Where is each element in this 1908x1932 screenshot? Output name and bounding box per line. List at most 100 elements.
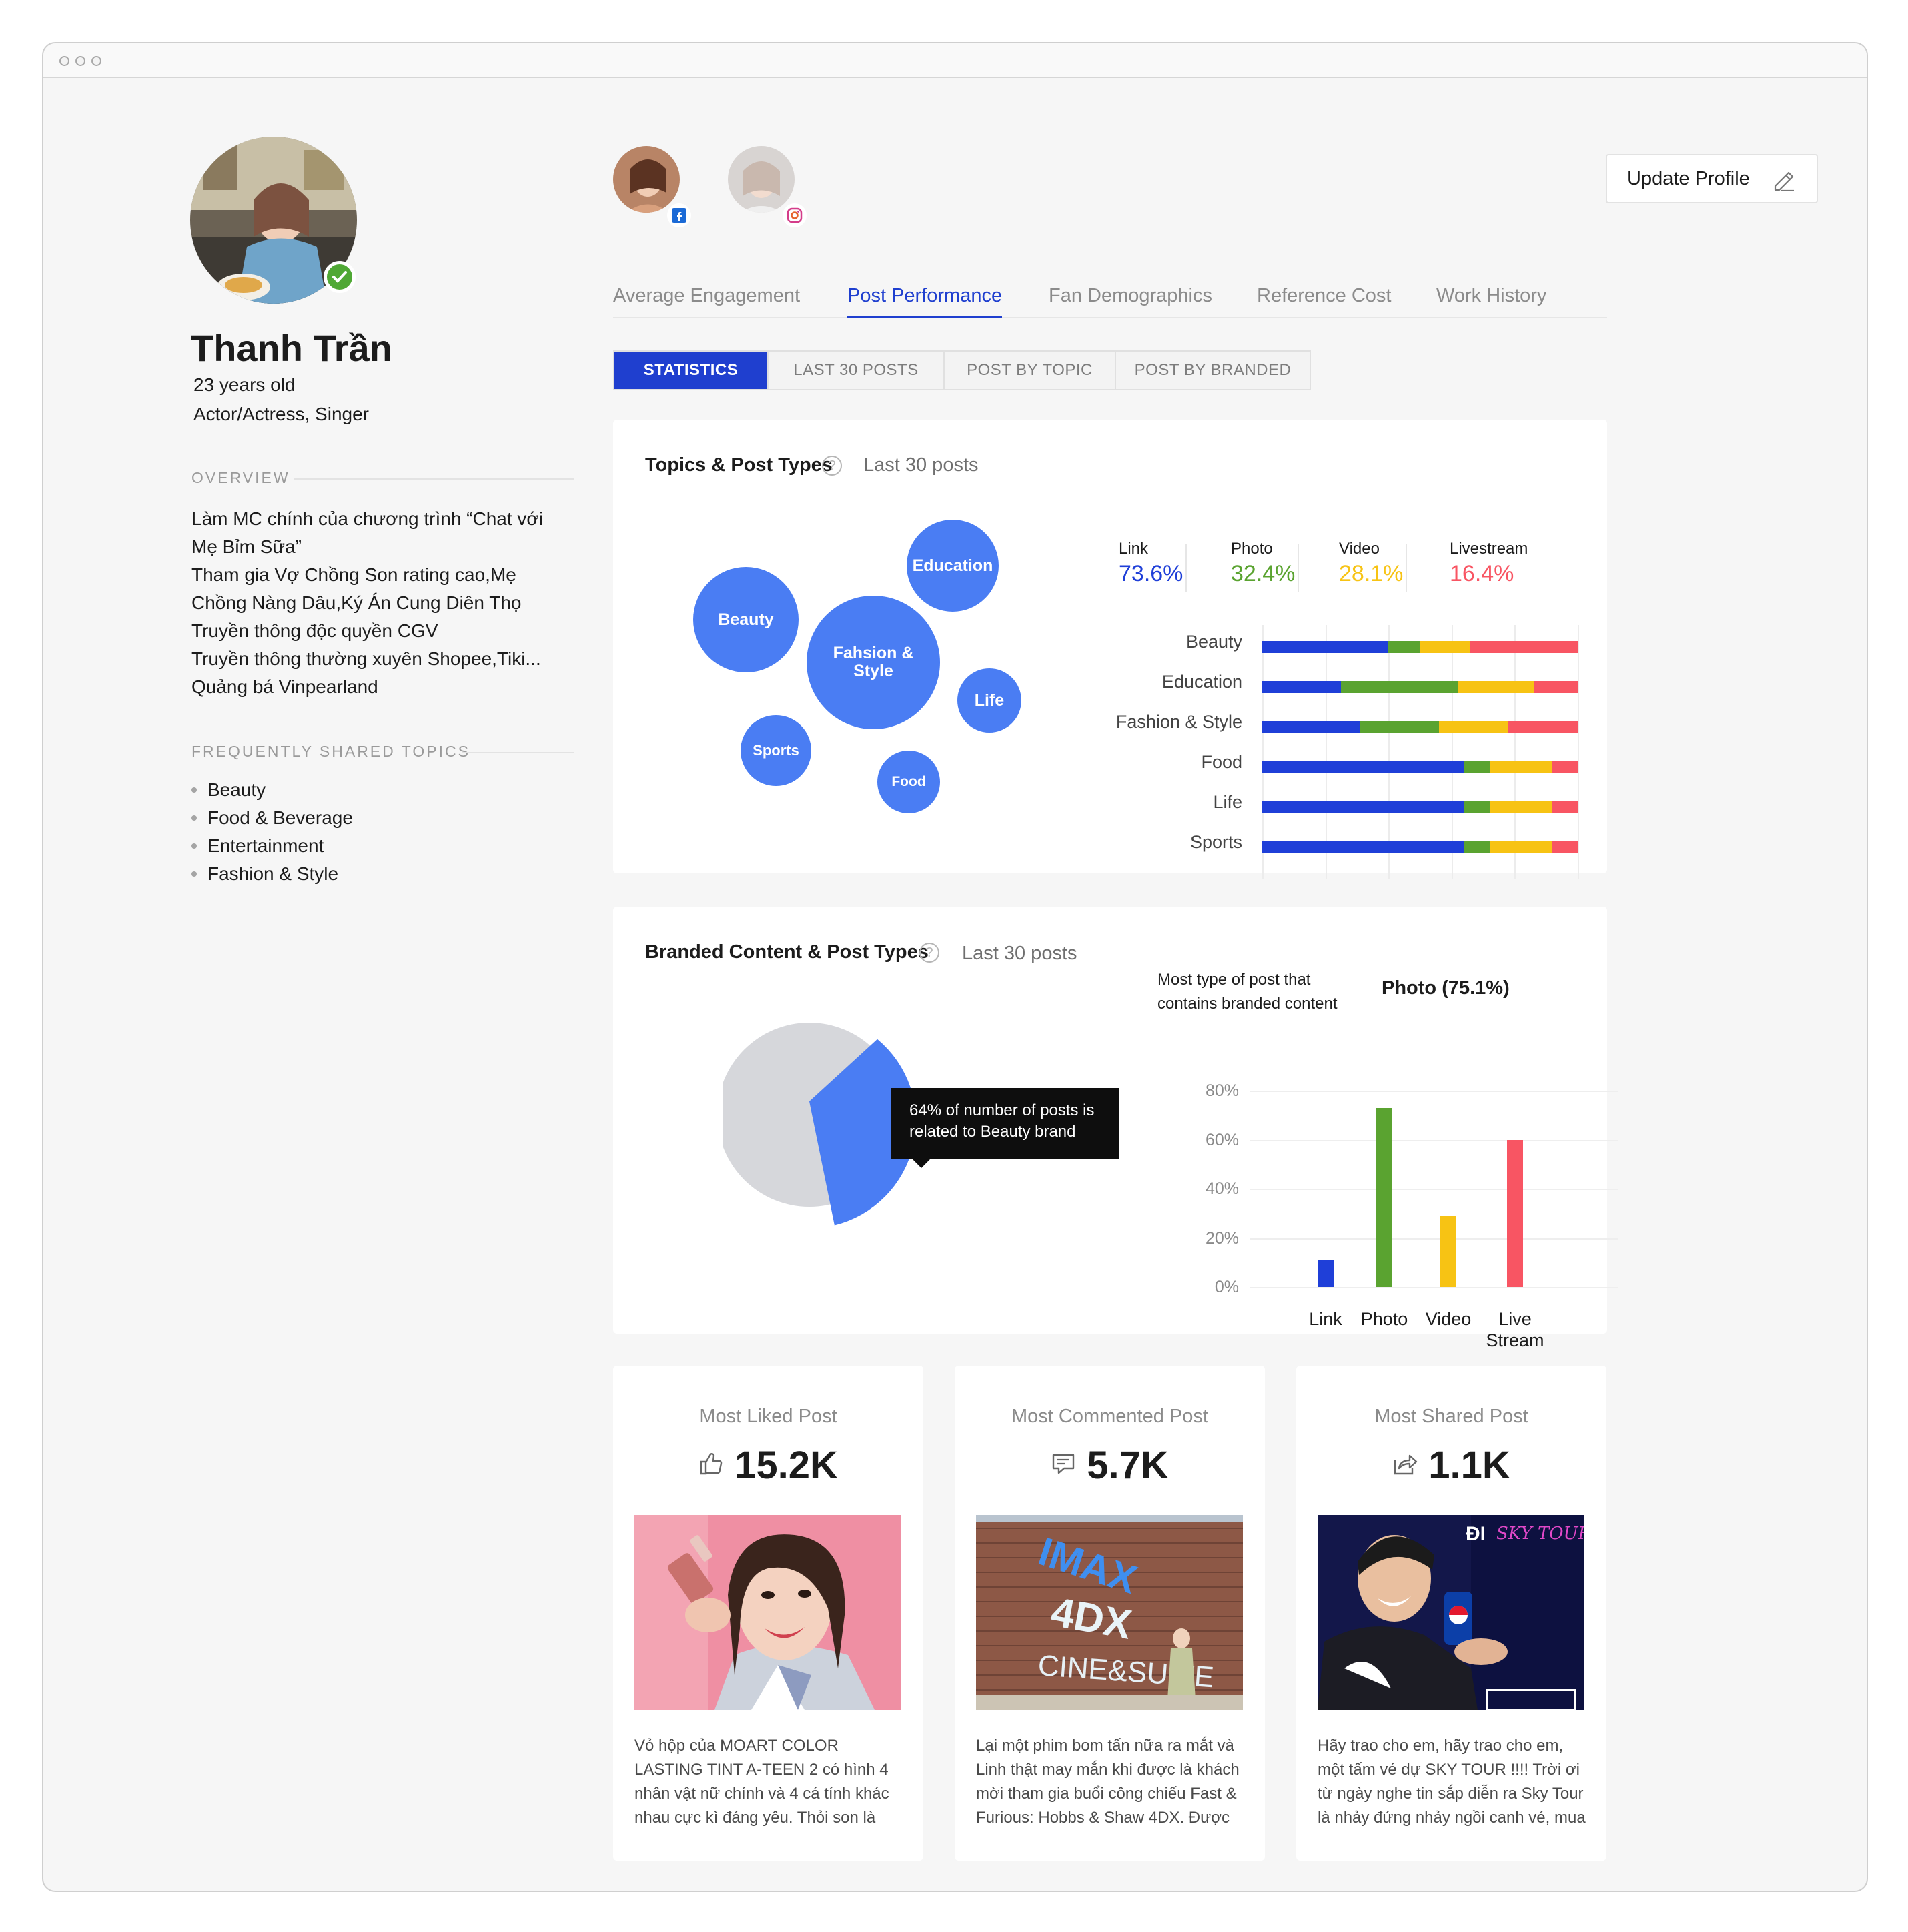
post-type-bar[interactable] <box>1376 1107 1392 1287</box>
post-card-stat: 15.2K <box>613 1443 923 1488</box>
post-type-bar[interactable] <box>1440 1216 1456 1287</box>
pepsi-sky-tour-photo[interactable]: ĐI SKY TOUR <box>1318 1515 1584 1710</box>
x-axis-label: Live Stream <box>1486 1309 1544 1350</box>
tab-work-history[interactable]: Work History <box>1436 285 1546 307</box>
post-card-value: 15.2K <box>735 1444 838 1487</box>
browser-window: Thanh Trần 23 years old Actor/Actress, S… <box>42 42 1868 1892</box>
chart-gridline <box>1250 1189 1618 1190</box>
bar-segment-livestream <box>1552 761 1578 773</box>
di-promo-text: ĐI <box>1466 1523 1486 1545</box>
sky-tour-promo-text: SKY TOUR <box>1496 1524 1584 1544</box>
post-type-bar[interactable] <box>1318 1260 1334 1287</box>
topic-bubble[interactable]: Life <box>957 668 1021 733</box>
bar-segment-livestream <box>1552 841 1578 853</box>
chart-gridline <box>1250 1091 1618 1092</box>
bar-segment-livestream <box>1552 801 1578 813</box>
y-axis-tick: 0% <box>1214 1278 1239 1296</box>
bar-segment-livestream <box>1508 721 1578 733</box>
bar-segment-video <box>1420 641 1471 653</box>
question-icon[interactable]: ? <box>919 943 939 963</box>
bar-segment-photo <box>1464 761 1490 773</box>
overview-line: Tham gia Vợ Chồng Son rating cao,Mẹ <box>191 564 516 585</box>
window-minimize-dot[interactable] <box>75 56 85 66</box>
topics-card-title: Topics & Post Types <box>645 454 833 476</box>
most-type-label: Most type of post that contains branded … <box>1157 971 1338 1013</box>
subtab-post-by-branded[interactable]: POST BY BRANDED <box>1116 352 1310 389</box>
stacked-bar[interactable] <box>1262 721 1578 733</box>
post-card-caption: Lại một phim bom tấn nữa ra mắt và Linh … <box>976 1737 1240 1827</box>
update-profile-button[interactable]: Update Profile <box>1606 154 1818 203</box>
chart-gridline <box>1326 625 1327 879</box>
question-icon[interactable]: ? <box>822 456 842 476</box>
legend-divider <box>1185 544 1187 592</box>
topic-item: Entertainment <box>191 832 353 860</box>
topic-bubble[interactable]: Fahsion & Style <box>807 596 940 729</box>
legend-label: Photo <box>1231 540 1273 558</box>
tab-reference-cost[interactable]: Reference Cost <box>1257 285 1392 307</box>
subtab-last-30-posts[interactable]: LAST 30 POSTS <box>769 352 945 389</box>
bar-segment-photo <box>1341 681 1458 693</box>
bar-segment-link <box>1262 721 1360 733</box>
instagram-icon <box>783 203 807 227</box>
bar-segment-photo <box>1464 801 1490 813</box>
post-card-caption: Hãy trao cho em, hãy trao cho em, một tấ… <box>1318 1737 1586 1827</box>
post-card-caption: Vỏ hộp của MOART COLOR LASTING TINT A-TE… <box>634 1737 889 1827</box>
legend-label: Link <box>1119 540 1149 558</box>
y-axis-tick: 80% <box>1205 1081 1239 1100</box>
legend-value: 16.4% <box>1450 561 1514 586</box>
most-liked-post-card[interactable]: Most Liked Post 15.2K Vỏ hộp của MOART C… <box>613 1366 923 1861</box>
overview-line: Mẹ Bỉm Sữa” <box>191 536 302 557</box>
profile-name: Thanh Trần <box>191 327 392 369</box>
topic-bubble[interactable]: Beauty <box>693 567 799 672</box>
update-profile-label: Update Profile <box>1627 167 1750 189</box>
overview-line: Làm MC chính của chương trình “Chat với <box>191 508 544 529</box>
topic-bubble[interactable]: Education <box>907 520 999 612</box>
window-maximize-dot[interactable] <box>91 56 101 66</box>
stacked-bar[interactable] <box>1262 681 1578 693</box>
most-commented-post-card[interactable]: Most Commented Post 5.7K IMAX 4DX CINE&S… <box>955 1366 1265 1861</box>
chart-gridline <box>1250 1139 1618 1141</box>
chart-gridline <box>1262 625 1264 879</box>
topics-card-subtitle: Last 30 posts <box>863 454 979 476</box>
tab-average-engagement[interactable]: Average Engagement <box>613 285 800 307</box>
bar-segment-link <box>1262 841 1464 853</box>
legend-value: 28.1% <box>1339 561 1404 586</box>
page-content: Thanh Trần 23 years old Actor/Actress, S… <box>43 79 1867 1891</box>
topic-bubble[interactable]: Food <box>877 751 940 813</box>
most-type-value: Photo (75.1%) <box>1382 977 1510 999</box>
bar-segment-link <box>1262 641 1389 653</box>
tab-post-performance[interactable]: Post Performance <box>847 285 1003 318</box>
topic-item: Fashion & Style <box>191 860 353 888</box>
subtab-statistics[interactable]: STATISTICS <box>614 352 769 389</box>
bar-segment-video <box>1438 721 1508 733</box>
topic-bubble[interactable]: Sports <box>741 715 811 786</box>
legend-video: Video 28.1% <box>1339 540 1403 587</box>
chart-gridline <box>1452 625 1453 879</box>
instagram-account-avatar[interactable] <box>728 146 795 213</box>
y-axis-tick: 40% <box>1205 1179 1239 1198</box>
subtab-post-by-topic[interactable]: POST BY TOPIC <box>945 352 1116 389</box>
legend-label: Livestream <box>1450 540 1528 558</box>
chart-gridline <box>1514 625 1516 879</box>
share-icon <box>1392 1451 1418 1480</box>
stacked-bar[interactable] <box>1262 641 1578 653</box>
overview-line: Chồng Nàng Dâu,Ký Án Cung Diên Thọ <box>191 592 522 613</box>
bar-category-label: Education <box>1161 672 1242 692</box>
bar-segment-photo <box>1464 841 1490 853</box>
facebook-account-avatar[interactable] <box>613 146 680 213</box>
post-type-bar[interactable] <box>1507 1139 1523 1287</box>
cinema-wall-photo[interactable]: IMAX 4DX CINE&SUITE <box>976 1515 1243 1710</box>
bar-category-label: Sports <box>1189 832 1242 852</box>
chart-gridline <box>1250 1238 1618 1240</box>
stacked-bar[interactable] <box>1262 801 1578 813</box>
overview-text: Làm MC chính của chương trình “Chat với … <box>191 505 572 701</box>
most-shared-post-card[interactable]: Most Shared Post 1.1K ĐI SKY TOUR Hãy tr… <box>1296 1366 1606 1861</box>
overview-divider <box>294 478 574 480</box>
y-axis-tick: 20% <box>1205 1228 1239 1248</box>
beauty-selfie-photo[interactable] <box>634 1515 901 1710</box>
legend-link: Link 73.6% <box>1119 540 1183 587</box>
stacked-bar[interactable] <box>1262 761 1578 773</box>
tab-fan-demographics[interactable]: Fan Demographics <box>1049 285 1212 307</box>
window-close-dot[interactable] <box>59 56 69 66</box>
stacked-bar[interactable] <box>1262 841 1578 853</box>
